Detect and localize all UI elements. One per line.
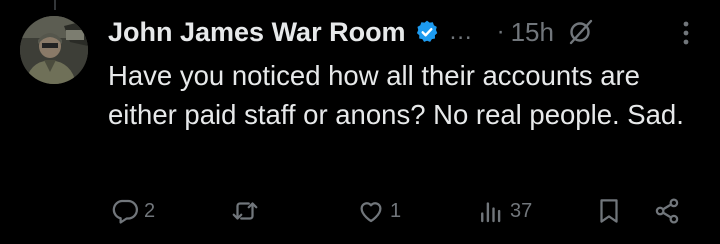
verified-badge-icon[interactable] <box>414 19 440 45</box>
like-button[interactable]: 1 <box>356 194 401 228</box>
views-count: 37 <box>510 199 533 222</box>
like-icon <box>360 202 382 223</box>
header-separator: · <box>496 18 505 45</box>
reply-icon <box>112 199 138 224</box>
author-name[interactable]: John James War Room <box>108 17 406 48</box>
views-button[interactable]: 37 <box>476 194 532 228</box>
post-text: Have you noticed how all their accounts … <box>108 60 684 130</box>
share-button[interactable] <box>652 194 682 228</box>
bookmark-button[interactable] <box>594 194 624 228</box>
community-note-icon[interactable] <box>568 19 594 45</box>
like-count: 1 <box>390 199 402 222</box>
share-icon <box>655 198 679 224</box>
reply-count: 2 <box>144 199 156 222</box>
name-truncation: ... <box>449 18 473 45</box>
action-bar: 2 1 37 <box>108 194 692 228</box>
reply-button[interactable]: 2 <box>110 194 155 228</box>
post-timestamp[interactable]: 15h <box>511 17 554 48</box>
post[interactable]: John James War Room ... · 15h Have you n… <box>0 0 720 244</box>
more-options-icon[interactable] <box>674 18 698 48</box>
avatar[interactable] <box>20 16 88 84</box>
post-header: John James War Room ... · 15h <box>108 12 708 52</box>
repost-button[interactable] <box>230 194 264 228</box>
avatar-image <box>20 16 88 84</box>
bookmark-icon <box>600 199 618 223</box>
repost-icon <box>232 202 258 220</box>
views-icon <box>481 202 501 223</box>
